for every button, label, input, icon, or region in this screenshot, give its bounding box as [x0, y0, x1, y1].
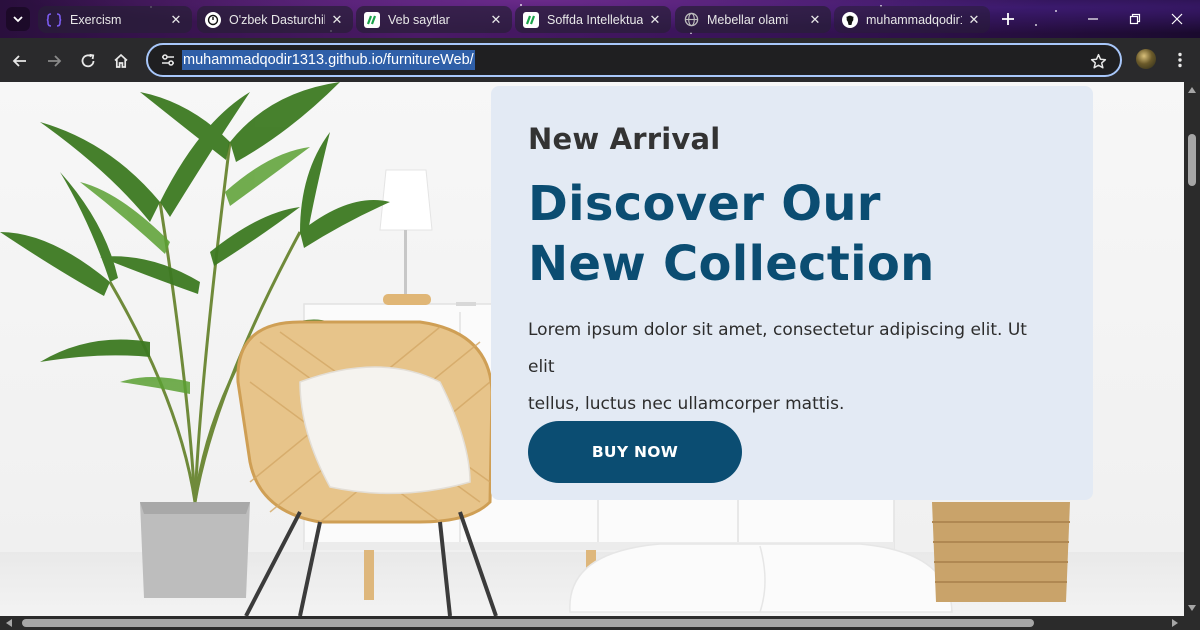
tab-mebellar-olami[interactable]: Mebellar olami ✕	[675, 6, 831, 33]
close-icon	[1171, 13, 1183, 25]
address-bar[interactable]: muhammadqodir1313.github.io/furnitureWeb…	[146, 43, 1122, 77]
plus-icon	[1002, 13, 1014, 25]
more-vertical-icon	[1178, 52, 1182, 68]
close-window-button[interactable]	[1156, 0, 1198, 38]
reload-button[interactable]	[75, 48, 101, 74]
close-icon[interactable]: ✕	[966, 12, 982, 28]
profile-avatar[interactable]	[1136, 49, 1156, 69]
scroll-up-icon[interactable]	[1187, 85, 1197, 95]
close-icon[interactable]: ✕	[329, 12, 345, 28]
close-icon[interactable]: ✕	[168, 12, 184, 28]
green-s-icon	[364, 11, 380, 28]
horizontal-scrollbar-thumb[interactable]	[22, 619, 1034, 627]
browser-toolbar: muhammadqodir1313.github.io/furnitureWeb…	[0, 38, 1200, 82]
scroll-down-icon[interactable]	[1187, 603, 1197, 613]
reload-icon	[81, 53, 95, 68]
home-button[interactable]	[108, 48, 134, 74]
back-button[interactable]	[7, 48, 33, 74]
tab-veb-saytlar[interactable]: Veb saytlar ✕	[356, 6, 512, 33]
hero-headline: Discover Our New Collection	[528, 174, 1057, 294]
exercism-icon	[46, 12, 62, 28]
scroll-left-icon[interactable]	[4, 618, 14, 628]
home-icon	[114, 53, 128, 68]
tab-soffda-intellektual[interactable]: Soffda Intellektual ✕	[515, 6, 671, 33]
close-icon[interactable]: ✕	[488, 12, 504, 28]
minimize-icon	[1088, 18, 1098, 20]
page-viewport: New Arrival Discover Our New Collection …	[0, 82, 1184, 616]
horizontal-scrollbar[interactable]	[0, 616, 1200, 630]
tab-search-button[interactable]	[6, 7, 30, 31]
scroll-right-icon[interactable]	[1170, 618, 1180, 628]
browser-menu-button[interactable]	[1170, 50, 1190, 70]
forward-button[interactable]	[41, 48, 67, 74]
close-icon[interactable]: ✕	[807, 12, 823, 28]
close-icon[interactable]: ✕	[647, 12, 663, 28]
bookmark-star-icon[interactable]	[1088, 51, 1108, 71]
restore-button[interactable]	[1114, 0, 1156, 38]
hero-card: New Arrival Discover Our New Collection …	[491, 86, 1093, 500]
tab-github[interactable]: muhammadqodir1 ✕	[834, 6, 990, 33]
hero-headline-line-2: New Collection	[528, 236, 935, 292]
github-icon	[842, 11, 858, 28]
arrow-left-icon	[12, 55, 26, 67]
hero-description-line-2: tellus, luctus nec ullamcorper mattis.	[528, 394, 845, 414]
minimize-button[interactable]	[1072, 0, 1114, 38]
vertical-scrollbar[interactable]	[1184, 82, 1200, 616]
timer-icon	[205, 11, 221, 28]
globe-icon	[683, 12, 699, 28]
hero-headline-line-1: Discover Our	[528, 176, 881, 232]
tab-strip: Exercism ✕ O'zbek Dasturchila ✕ Veb sayt…	[0, 0, 1200, 38]
vertical-scrollbar-thumb[interactable]	[1188, 134, 1196, 186]
arrow-right-icon	[48, 55, 62, 67]
hero-eyebrow: New Arrival	[528, 122, 721, 156]
new-tab-button[interactable]	[996, 8, 1020, 30]
tab-exercism[interactable]: Exercism ✕	[38, 6, 192, 33]
site-info-icon[interactable]	[158, 50, 178, 70]
green-s-icon	[523, 11, 539, 28]
address-text[interactable]: muhammadqodir1313.github.io/furnitureWeb…	[182, 50, 475, 70]
restore-icon	[1129, 13, 1141, 25]
hero-description-line-1: Lorem ipsum dolor sit amet, consectetur …	[528, 320, 1027, 377]
chevron-down-icon	[13, 16, 23, 23]
tab-ozbek-dasturchilar[interactable]: O'zbek Dasturchila ✕	[197, 6, 353, 33]
buy-now-button[interactable]: BUY NOW	[528, 421, 742, 483]
hero-description: Lorem ipsum dolor sit amet, consectetur …	[528, 312, 1057, 423]
